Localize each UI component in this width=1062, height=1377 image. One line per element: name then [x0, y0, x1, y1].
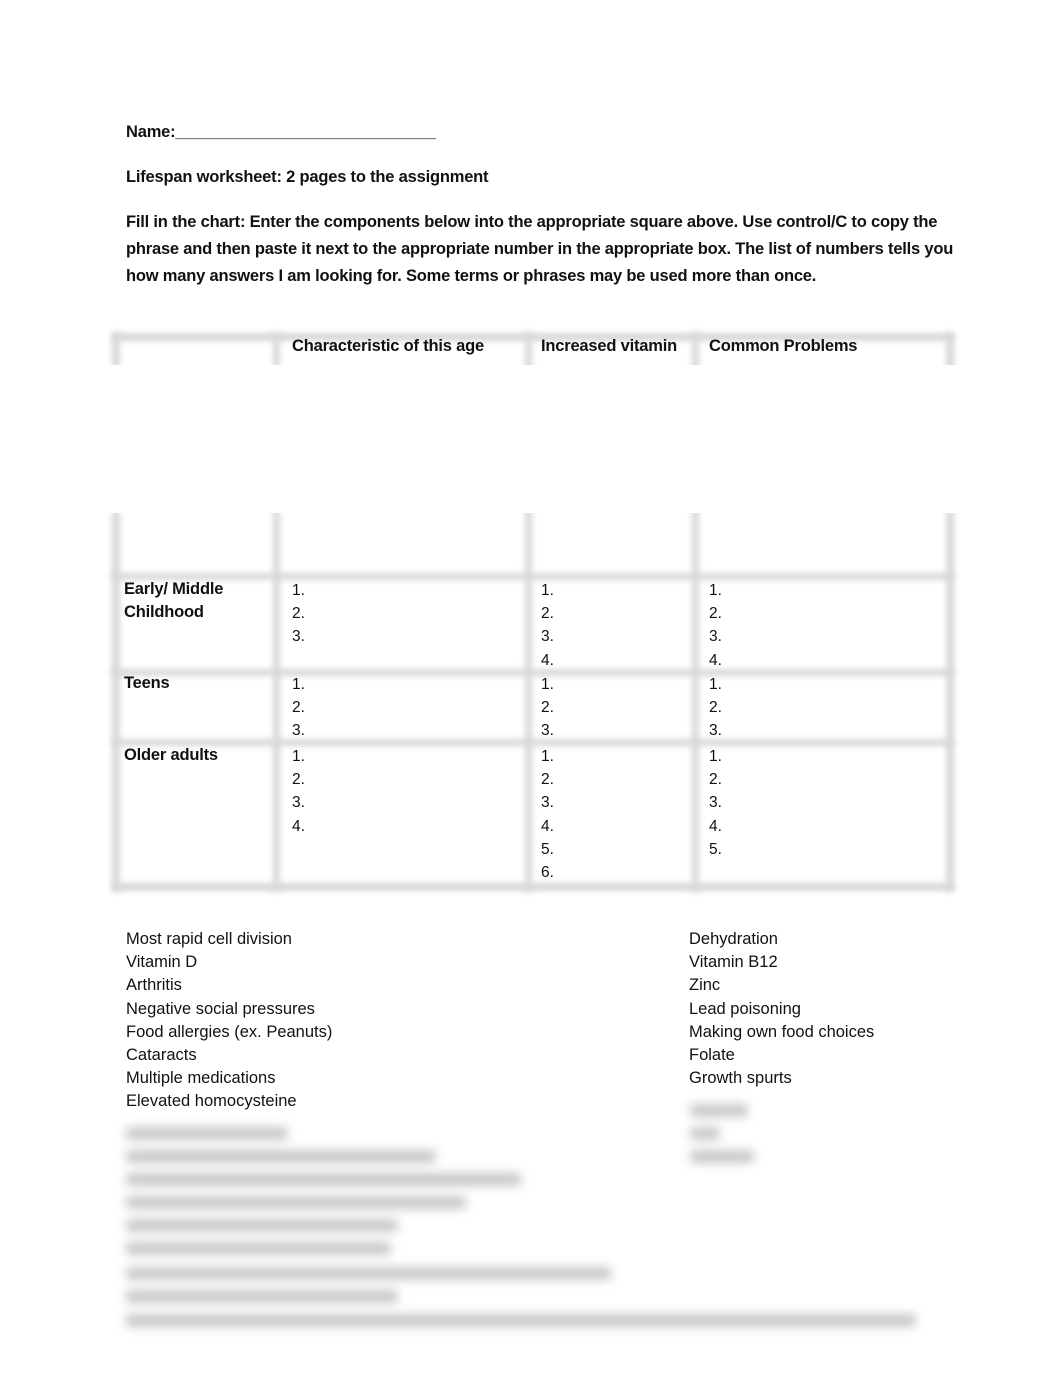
list-number: 2.: [709, 605, 722, 623]
teens-problems-cell[interactable]: 1. 2. 3.: [709, 673, 722, 743]
list-number: 3.: [709, 722, 722, 740]
list-number: 3.: [292, 794, 305, 812]
word-bank-item: Dehydration: [689, 930, 778, 948]
word-bank-item: Vitamin D: [126, 953, 198, 972]
word-bank-item: Vitamin B12: [689, 953, 778, 972]
blurred-text-line: [126, 1173, 521, 1186]
word-bank-item: Arthritis: [126, 976, 182, 995]
table-row-divider-2: [112, 669, 954, 676]
word-bank-item: Folate: [689, 1046, 735, 1065]
row-label-line: Early/ Middle: [124, 580, 224, 598]
blurred-text-line: [126, 1150, 436, 1163]
list-number: 2.: [292, 771, 305, 789]
list-number: 3.: [541, 794, 554, 812]
list-number: 2.: [709, 771, 722, 789]
row-label-teens: Teens: [124, 674, 170, 692]
blurred-text-line: [126, 1127, 288, 1140]
word-bank-item: Lead poisoning: [689, 999, 801, 1018]
list-number: 2.: [292, 605, 305, 623]
list-number: 1.: [709, 748, 722, 765]
list-number: 1.: [541, 748, 554, 765]
row-label-line: Childhood: [124, 603, 204, 621]
instructions-paragraph: Fill in the chart: Enter the components …: [126, 213, 954, 285]
table-cropped-region: [96, 365, 976, 513]
list-number: 2.: [541, 605, 554, 623]
list-number: 1.: [709, 676, 722, 693]
blurred-text-line: [126, 1267, 611, 1280]
list-number: 2.: [292, 699, 305, 717]
list-number: 1.: [541, 582, 554, 599]
older-problems-cell[interactable]: 1. 2. 3. 4. 5.: [709, 745, 722, 861]
list-number: 3.: [292, 628, 305, 646]
list-number: 3.: [709, 794, 722, 812]
word-bank-left: Most rapid cell division Vitamin D Arthr…: [126, 928, 332, 1114]
word-bank-item: Cataracts: [126, 1046, 197, 1065]
childhood-vitamin-cell[interactable]: 1. 2. 3. 4.: [541, 579, 554, 672]
list-number: 1.: [292, 582, 305, 599]
list-number: 4.: [292, 817, 305, 835]
list-number: 3.: [541, 628, 554, 646]
blurred-text-line: [126, 1242, 391, 1255]
word-bank-right: Dehydration Vitamin B12 Zinc Lead poison…: [689, 928, 874, 1090]
list-number: 4.: [541, 651, 554, 669]
name-field-label: Name:_____________________________: [126, 123, 436, 141]
blurred-text-line: [126, 1314, 916, 1327]
word-bank-item: Food allergies (ex. Peanuts): [126, 1022, 333, 1041]
list-number: 4.: [709, 651, 722, 669]
table-border-bottom: [112, 883, 954, 891]
list-number: 5.: [541, 840, 554, 858]
list-number: 1.: [292, 748, 305, 765]
list-number: 1.: [292, 676, 305, 693]
list-number: 2.: [541, 699, 554, 717]
word-bank-item: Elevated homocysteine: [126, 1092, 297, 1111]
list-number: 2.: [541, 771, 554, 789]
teens-characteristic-cell[interactable]: 1. 2. 3.: [292, 673, 305, 743]
list-number: 1.: [541, 676, 554, 693]
list-number: 6.: [541, 863, 554, 881]
childhood-problems-cell[interactable]: 1. 2. 3. 4.: [709, 579, 722, 672]
row-label-older-adults: Older adults: [124, 746, 218, 764]
list-number: 2.: [709, 699, 722, 717]
column-header-characteristic: Characteristic of this age: [292, 337, 484, 355]
list-number: 3.: [709, 628, 722, 646]
word-bank-item: Most rapid cell division: [126, 930, 292, 948]
list-number: 3.: [292, 722, 305, 740]
table-row-divider-1: [112, 573, 954, 580]
list-number: 4.: [541, 817, 554, 835]
list-number: 5.: [709, 840, 722, 858]
column-header-vitamin: Increased vitamin: [541, 335, 677, 365]
word-bank-item: Zinc: [689, 976, 721, 995]
word-bank-item: Growth spurts: [689, 1069, 792, 1088]
older-characteristic-cell[interactable]: 1. 2. 3. 4.: [292, 745, 305, 838]
blurred-text-line: [126, 1219, 398, 1232]
older-vitamin-cell[interactable]: 1. 2. 3. 4. 5. 6.: [541, 745, 554, 884]
blurred-text-line: [690, 1150, 754, 1163]
column-header-problems: Common Problems: [709, 337, 858, 355]
column-header-vitamin-text: Increased vitamin: [541, 337, 677, 355]
word-bank-item: Multiple medications: [126, 1069, 276, 1088]
blurred-text-line: [690, 1127, 720, 1140]
worksheet-subtitle: Lifespan worksheet: 2 pages to the assig…: [126, 168, 489, 186]
table-row-divider-3: [112, 739, 954, 746]
list-number: 4.: [709, 817, 722, 835]
childhood-characteristic-cell[interactable]: 1. 2. 3.: [292, 579, 305, 649]
blurred-text-line: [126, 1290, 398, 1303]
list-number: 1.: [709, 582, 722, 599]
worksheet-page: Name:_____________________________ Lifes…: [0, 0, 1062, 1377]
teens-vitamin-cell[interactable]: 1. 2. 3.: [541, 673, 554, 743]
blurred-text-line: [126, 1196, 466, 1209]
word-bank-item: Making own food choices: [689, 1022, 875, 1041]
word-bank-item: Negative social pressures: [126, 999, 315, 1018]
blurred-text-line: [690, 1104, 748, 1117]
list-number: 3.: [541, 722, 554, 740]
row-label-early-middle-childhood: Early/ Middle Childhood: [124, 578, 223, 624]
